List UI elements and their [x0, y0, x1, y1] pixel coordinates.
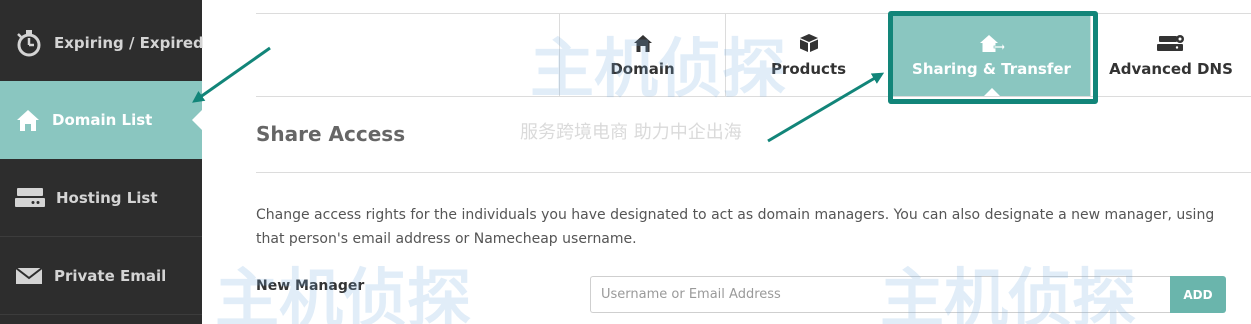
box-icon — [799, 34, 818, 52]
sidebar-item-label: Domain List — [52, 111, 153, 129]
add-manager-button[interactable]: ADD — [1170, 276, 1226, 313]
new-manager-label: New Manager — [256, 278, 365, 294]
tab-label: Advanced DNS — [1109, 60, 1233, 78]
home-icon — [17, 110, 39, 131]
tab-sharing-transfer[interactable]: Sharing & Transfer — [893, 14, 1090, 96]
envelope-icon — [15, 266, 43, 284]
sidebar-item-label: Private Email — [54, 266, 167, 285]
sidebar-item-domain-list[interactable]: Domain List — [0, 81, 202, 159]
sidebar-item-label: Expiring / Expired — [54, 33, 204, 52]
tab-products[interactable]: Products — [726, 14, 891, 96]
description-text: Change access rights for the individuals… — [256, 207, 1215, 247]
tab-advanced-dns[interactable]: Advanced DNS — [1091, 14, 1251, 96]
sidebar: Expiring / Expired Domain List Hosting L… — [0, 0, 204, 324]
tab-label: Domain — [610, 60, 675, 78]
tab-domain[interactable]: Domain — [560, 14, 725, 96]
home-icon — [633, 35, 652, 52]
sidebar-item-hosting-list[interactable]: Hosting List — [0, 159, 202, 237]
tab-label: Sharing & Transfer — [912, 60, 1071, 78]
active-indicator — [192, 110, 202, 130]
server-gear-icon — [1157, 35, 1184, 51]
arrow-to-domain-list — [192, 46, 271, 103]
server-icon — [15, 187, 45, 207]
watermark-slogan: 服务跨境电商 助力中企出海 — [520, 122, 742, 143]
sidebar-item-private-email[interactable]: Private Email — [0, 237, 202, 315]
sidebar-item-expiring[interactable]: Expiring / Expired — [0, 4, 204, 82]
tab-label: Products — [770, 60, 847, 78]
section-divider — [256, 172, 1251, 173]
active-tab-caret — [983, 88, 1000, 96]
page-title: Share Access — [256, 122, 406, 146]
home-arrow-icon — [979, 35, 1005, 53]
stopwatch-icon — [17, 29, 41, 56]
new-manager-input[interactable] — [590, 276, 1171, 313]
tabs-border-bottom — [256, 96, 1251, 97]
sidebar-item-label: Hosting List — [56, 188, 158, 207]
